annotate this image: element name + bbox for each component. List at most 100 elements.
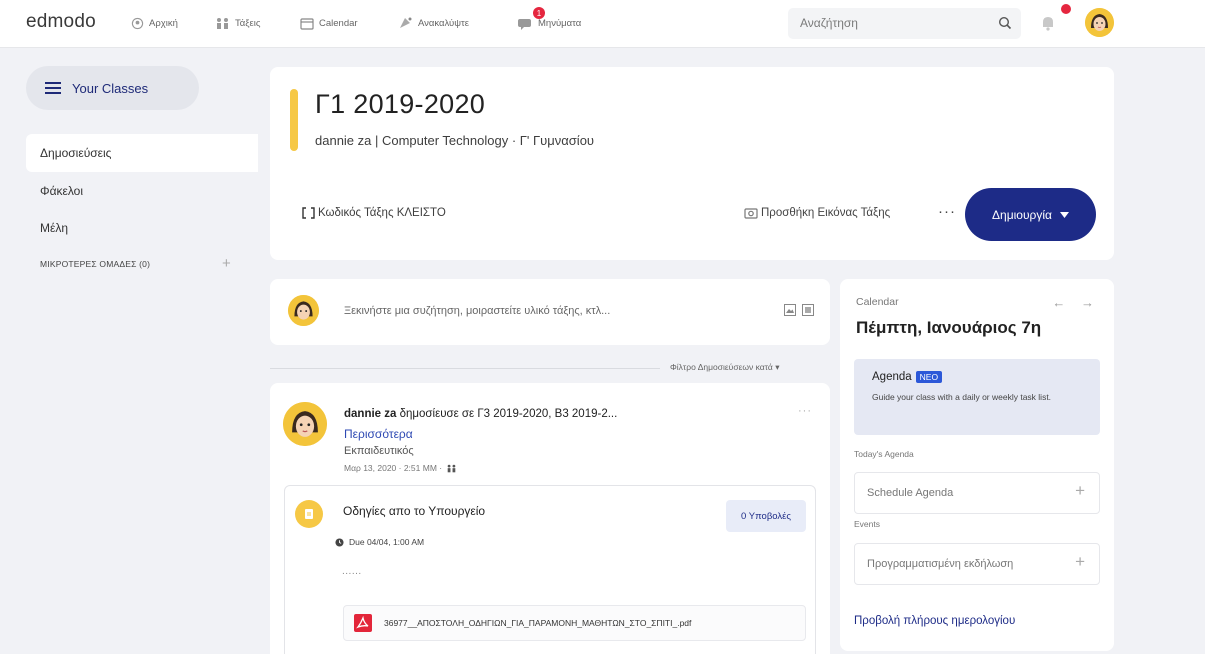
sidebar-item-members[interactable]: Μέλη bbox=[26, 209, 258, 247]
post-author-avatar[interactable] bbox=[283, 402, 327, 446]
schedule-agenda-button[interactable]: Schedule Agenda + bbox=[854, 472, 1100, 514]
sidebar-item-posts[interactable]: Δημοσιεύσεις bbox=[26, 134, 258, 172]
new-badge: ΝΕΟ bbox=[915, 371, 943, 383]
assignment-card[interactable]: Οδηγίες απο το Υπουργείο Due 04/04, 1:00… bbox=[284, 485, 816, 654]
nav-home[interactable]: Αρχική bbox=[131, 13, 178, 33]
post-options-icon[interactable]: ··· bbox=[798, 405, 812, 417]
user-face-icon bbox=[1085, 8, 1114, 37]
events-label: Events bbox=[854, 519, 880, 529]
calendar-icon bbox=[300, 17, 314, 30]
calendar-nav-arrows[interactable]: ← → bbox=[1052, 295, 1100, 310]
post-timestamp: Μαρ 13, 2020 · 2:51 ΜΜ · bbox=[344, 463, 457, 473]
nav-classes[interactable]: Τάξεις bbox=[215, 13, 260, 33]
search-icon[interactable] bbox=[998, 16, 1012, 30]
calendar-label: Calendar bbox=[856, 296, 899, 308]
nav-home-label: Αρχική bbox=[149, 17, 178, 29]
edmodo-logo[interactable]: edmodo bbox=[26, 11, 96, 33]
pdf-glyph-icon bbox=[356, 615, 369, 629]
assignment-icon bbox=[295, 500, 323, 528]
assignment-due-label: Due 04/04, 1:00 AM bbox=[349, 537, 425, 547]
class-code-label: Κωδικός Τάξης ΚΛΕΙΣΤΟ bbox=[318, 207, 446, 219]
calendar-date: Πέμπτη, Ιανουάριος 7η bbox=[856, 318, 1042, 337]
plus-icon: + bbox=[1075, 481, 1085, 500]
camera-icon bbox=[744, 208, 758, 219]
plus-icon: + bbox=[1075, 552, 1085, 571]
messages-badge: 1 bbox=[533, 7, 545, 19]
attachment-file-name: 36977__ΑΠΟΣΤΟΛΗ_ΟΔΗΓΙΩΝ_ΓΙΑ_ΠΑΡΑΜΟΝΗ_ΜΑΘ… bbox=[384, 618, 692, 628]
classes-icon bbox=[217, 17, 228, 29]
class-header-card: Γ1 2019-2020 dannie za | Computer Techno… bbox=[270, 67, 1114, 260]
home-icon bbox=[131, 17, 144, 29]
assignment-body: ...... bbox=[342, 566, 362, 577]
add-class-image-button[interactable]: Προσθήκη Εικόνας Τάξης bbox=[744, 207, 890, 219]
calendar-panel: Calendar ← → Πέμπτη, Ιανουάριος 7η Agend… bbox=[840, 279, 1114, 651]
composer-placeholder[interactable]: Ξεκινήστε μια συζήτηση, μοιραστείτε υλικ… bbox=[344, 305, 610, 317]
your-classes-label: Your Classes bbox=[72, 80, 149, 96]
assignment-due: Due 04/04, 1:00 AM bbox=[335, 537, 424, 547]
agenda-promo[interactable]: Agenda ΝΕΟ Guide your class with a daily… bbox=[854, 359, 1100, 435]
post-time-label: Μαρ 13, 2020 · 2:51 ΜΜ · bbox=[344, 463, 443, 473]
nav-calendar-label: Calendar bbox=[319, 17, 358, 29]
audience-icon bbox=[447, 464, 456, 472]
assignment-doc-icon bbox=[305, 509, 313, 519]
notifications-badge bbox=[1061, 4, 1071, 14]
more-options-icon[interactable]: ··· bbox=[938, 203, 956, 220]
notifications-bell-icon[interactable] bbox=[1040, 14, 1056, 32]
image-attach-icon[interactable] bbox=[784, 304, 796, 316]
attachment-file[interactable]: 36977__ΑΠΟΣΤΟΛΗ_ΟΔΗΓΙΩΝ_ΓΙΑ_ΠΑΡΑΜΟΝΗ_ΜΑΘ… bbox=[343, 605, 806, 641]
search-placeholder: Αναζήτηση bbox=[800, 16, 858, 30]
class-color-bar bbox=[290, 89, 298, 151]
post-filter-dropdown[interactable]: Φίλτρο Δημοσιεύσεων κατά ▾ bbox=[670, 362, 779, 373]
nav-calendar[interactable]: Calendar bbox=[300, 13, 358, 33]
composer-actions bbox=[784, 304, 814, 316]
todays-agenda-label: Today's Agenda bbox=[854, 449, 914, 459]
class-title: Γ1 2019-2020 bbox=[315, 89, 486, 119]
post-more-link[interactable]: Περισσότερα bbox=[344, 427, 413, 441]
create-button[interactable]: Δημιουργία bbox=[965, 188, 1096, 241]
user-face-icon bbox=[283, 402, 327, 446]
discover-icon bbox=[400, 17, 412, 28]
class-subtitle: dannie za | Computer Technology · Γ' Γυμ… bbox=[315, 133, 595, 148]
post-composer[interactable]: Ξεκινήστε μια συζήτηση, μοιραστείτε υλικ… bbox=[270, 279, 830, 345]
scheduled-event-button[interactable]: Προγραμματισμένη εκδήλωση + bbox=[854, 543, 1100, 585]
filter-divider bbox=[270, 368, 660, 369]
agenda-title: Agenda ΝΕΟ bbox=[872, 371, 943, 383]
nav-classes-label: Τάξεις bbox=[235, 17, 261, 29]
assignment-title[interactable]: Οδηγίες απο το Υπουργείο bbox=[343, 504, 485, 518]
post-filter-row: Φίλτρο Δημοσιεύσεων κατά ▾ bbox=[270, 360, 830, 374]
user-face-icon bbox=[288, 295, 319, 326]
add-group-icon[interactable]: + bbox=[222, 255, 231, 272]
file-attach-icon[interactable] bbox=[802, 304, 814, 316]
nav-messages[interactable]: Μηνύματα bbox=[517, 13, 581, 33]
agenda-title-label: Agenda bbox=[872, 371, 912, 383]
class-code-button[interactable]: Κωδικός Τάξης ΚΛΕΙΣΤΟ bbox=[302, 207, 446, 219]
composer-avatar bbox=[288, 295, 319, 326]
create-label: Δημιουργία bbox=[992, 207, 1052, 222]
your-classes-button[interactable]: Your Classes bbox=[26, 66, 199, 110]
clock-icon bbox=[335, 537, 344, 547]
scheduled-event-label: Προγραμματισμένη εκδήλωση bbox=[867, 558, 1014, 570]
messages-icon bbox=[518, 18, 531, 30]
hamburger-menu-icon bbox=[45, 82, 61, 94]
agenda-description: Guide your class with a daily or weekly … bbox=[872, 392, 1052, 402]
chevron-down-icon bbox=[1059, 211, 1069, 218]
sidebar-item-folders[interactable]: Φάκελοι bbox=[26, 172, 258, 210]
post-filter-label: Φίλτρο Δημοσιεύσεων κατά bbox=[670, 362, 773, 372]
expand-brackets-icon bbox=[302, 207, 315, 219]
post-action: δημοσίευσε σε Γ3 2019-2020, Β3 2019-2... bbox=[399, 408, 618, 420]
pdf-icon bbox=[354, 614, 372, 632]
add-image-label: Προσθήκη Εικόνας Τάξης bbox=[761, 207, 891, 219]
post-author-role: Εκπαιδευτικός bbox=[344, 445, 414, 457]
full-calendar-link[interactable]: Προβολή πλήρους ημερολογίου bbox=[854, 615, 1015, 627]
user-avatar[interactable] bbox=[1085, 8, 1114, 37]
small-groups-label: ΜΙΚΡΟΤΕΡΕΣ ΟΜΑΔΕΣ (0) bbox=[40, 259, 151, 269]
submissions-button[interactable]: 0 Υποβολές bbox=[726, 500, 806, 532]
post-author-name[interactable]: dannie za bbox=[344, 408, 396, 420]
nav-discover-label: Ανακαλύψτε bbox=[418, 17, 470, 29]
schedule-agenda-label: Schedule Agenda bbox=[867, 487, 954, 499]
nav-messages-label: Μηνύματα bbox=[538, 17, 582, 29]
nav-discover[interactable]: Ανακαλύψτε bbox=[398, 13, 469, 33]
search-input[interactable]: Αναζήτηση bbox=[788, 8, 1021, 39]
top-nav-bar: edmodo Αρχική Τάξεις Calendar Ανακαλύψτε… bbox=[0, 0, 1205, 48]
post-header-text: dannie za δημοσίευσε σε Γ3 2019-2020, Β3… bbox=[344, 408, 617, 420]
